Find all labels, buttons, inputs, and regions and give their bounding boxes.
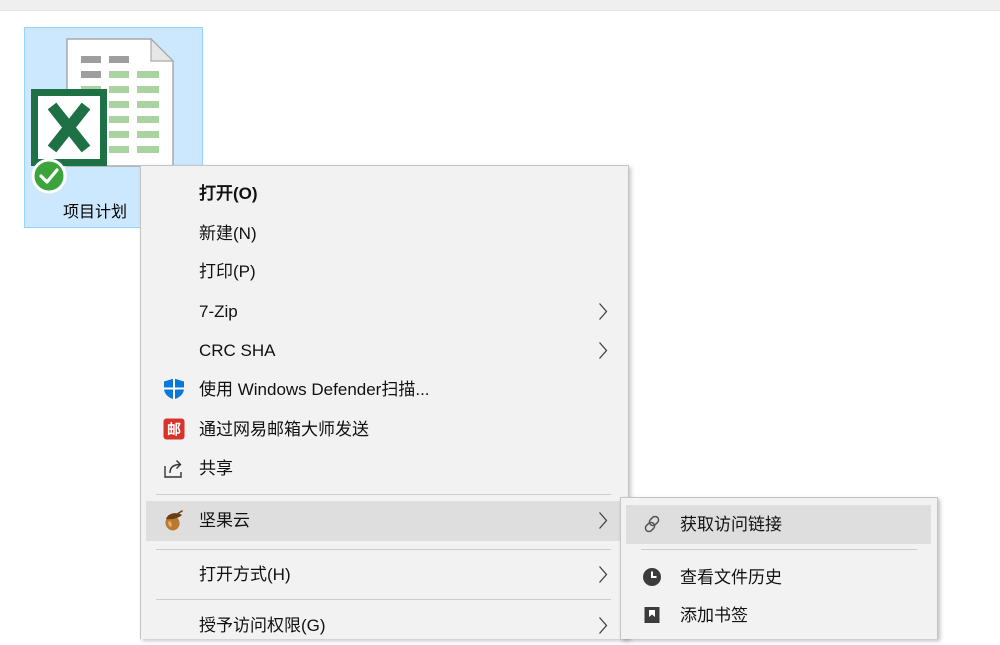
menu-item-new[interactable]: 新建(N) [146,214,621,253]
menu-item-give-access[interactable]: 授予访问权限(G) [146,606,621,645]
menu-separator [156,494,611,495]
nutstore-submenu: 获取访问链接 查看文件历史 添加书签 [620,497,938,639]
chevron-right-icon [599,512,608,529]
menu-item-label: 授予访问权限(G) [199,616,326,635]
menu-item-share[interactable]: 共享 [146,449,621,488]
link-icon [644,515,660,533]
menu-separator [156,549,611,550]
menu-item-defender-scan[interactable]: 使用 Windows Defender扫描... [146,370,621,409]
chevron-right-icon [599,303,608,320]
context-menu: 打开(O) 新建(N) 打印(P) 7-Zip CRC SHA 使用 Windo… [140,165,629,639]
submenu-item-add-bookmark[interactable]: 添加书签 [626,596,931,635]
menu-item-label: 打印(P) [199,262,256,281]
nutstore-acorn-icon [165,510,183,531]
chevron-right-icon [599,342,608,359]
menu-item-label: 打开(O) [199,184,258,203]
chevron-right-icon [599,617,608,634]
svg-text:邮: 邮 [167,422,181,438]
menu-item-open[interactable]: 打开(O) [146,174,621,213]
history-clock-icon [643,568,661,586]
menu-item-label: 新建(N) [199,224,257,243]
menu-item-label: 通过网易邮箱大师发送 [199,420,369,439]
menu-item-label: 打开方式(H) [199,565,291,584]
window-top-strip [0,0,1000,11]
share-icon [164,460,182,478]
menu-item-label: 坚果云 [199,511,250,530]
menu-item-crc-sha[interactable]: CRC SHA [146,331,621,370]
submenu-item-label: 获取访问链接 [680,515,782,534]
menu-item-open-with[interactable]: 打开方式(H) [146,555,621,594]
submenu-item-label: 查看文件历史 [680,568,782,587]
menu-item-netease-mail-send[interactable]: 邮 通过网易邮箱大师发送 [146,410,621,449]
menu-item-label: 7-Zip [199,302,238,321]
menu-item-nutstore[interactable]: 坚果云 [146,501,621,541]
windows-defender-shield-icon [164,378,184,400]
menu-item-print[interactable]: 打印(P) [146,252,621,291]
synced-check-icon [31,158,67,194]
menu-item-7zip[interactable]: 7-Zip [146,292,621,331]
submenu-separator [641,549,917,550]
submenu-item-label: 添加书签 [680,606,748,625]
submenu-item-get-link[interactable]: 获取访问链接 [626,505,931,544]
chevron-right-icon [599,566,608,583]
menu-item-label: 共享 [199,459,233,478]
menu-item-label: 使用 Windows Defender扫描... [199,380,430,399]
submenu-item-file-history[interactable]: 查看文件历史 [626,558,931,597]
bookmark-icon [644,607,660,623]
menu-separator [156,599,611,600]
file-name-label: 项目计划 [63,204,128,221]
netease-mail-master-icon: 邮 [163,418,185,440]
menu-item-label: CRC SHA [199,341,276,360]
